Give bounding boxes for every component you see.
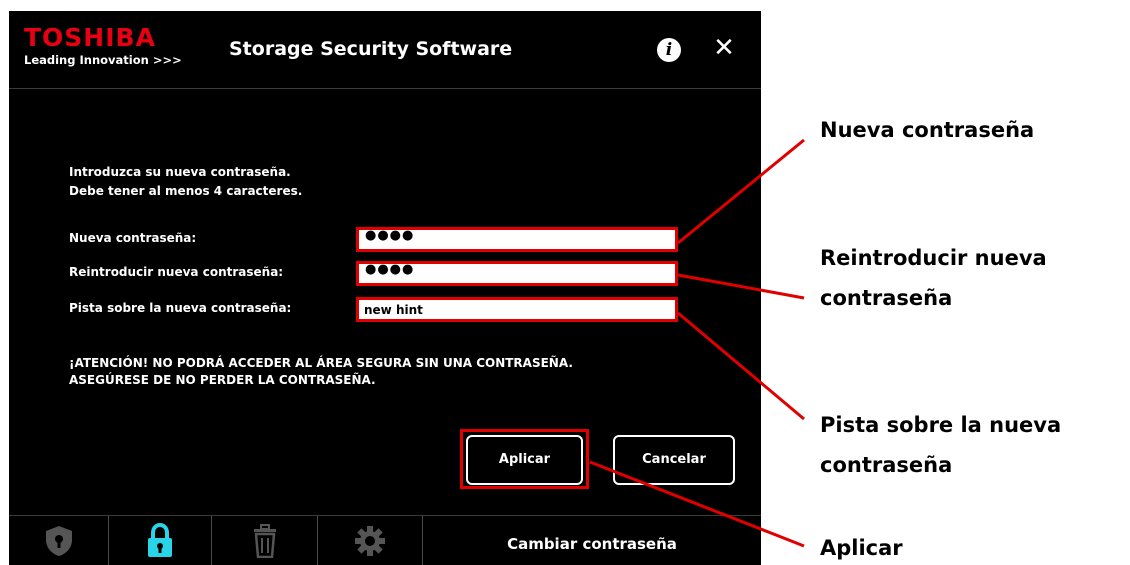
close-icon[interactable]: ✕	[709, 33, 739, 63]
callout-line: Pista sobre la nueva	[820, 413, 1062, 437]
new-password-label: Nueva contraseña:	[69, 231, 197, 245]
gear-icon	[355, 526, 385, 556]
nav-item-erase[interactable]	[212, 516, 318, 565]
brand-name: TOSHIBA	[24, 23, 156, 52]
toshiba-logo: TOSHIBA Leading Innovation >>>	[24, 25, 182, 68]
trash-icon	[253, 524, 276, 558]
callout-line: Nueva contraseña	[820, 118, 1035, 142]
apply-button[interactable]: Aplicar	[466, 435, 583, 485]
callout-password-hint: Pista sobre la nueva contraseña	[820, 405, 1061, 485]
nav-item-password[interactable]	[109, 516, 212, 565]
current-section-label: Cambiar contraseña	[507, 535, 677, 553]
instruction-line: Introduzca su nueva contraseña.	[69, 165, 291, 179]
callout-apply: Aplicar	[820, 528, 903, 565]
nav-item-security[interactable]	[9, 516, 109, 565]
warning-line: ¡ATENCIÓN! NO PODRÁ ACCEDER AL ÁREA SEGU…	[69, 356, 573, 370]
callout-line: Aplicar	[820, 536, 903, 560]
nav-item-settings[interactable]	[318, 516, 423, 565]
password-hint-input[interactable]	[356, 297, 678, 322]
password-hint-label: Pista sobre la nueva contraseña:	[69, 301, 292, 315]
bottom-nav: Cambiar contraseña	[9, 515, 761, 565]
instructions: Introduzca su nueva contraseña. Debe ten…	[69, 163, 302, 201]
cancel-button[interactable]: Cancelar	[613, 435, 735, 485]
warning-message: ¡ATENCIÓN! NO PODRÁ ACCEDER AL ÁREA SEGU…	[69, 355, 573, 389]
title-bar: TOSHIBA Leading Innovation >>> Storage S…	[9, 11, 761, 89]
shield-lock-icon	[45, 526, 72, 556]
padlock-icon	[148, 523, 172, 557]
callout-line: Reintroducir nueva	[820, 246, 1047, 270]
confirm-password-input[interactable]: ●●●●	[356, 261, 678, 286]
info-icon[interactable]: i	[657, 38, 681, 62]
confirm-password-label: Reintroducir nueva contraseña:	[69, 265, 284, 279]
callout-line: contraseña	[820, 453, 953, 477]
callout-new-password: Nueva contraseña	[820, 110, 1034, 150]
app-title: Storage Security Software	[229, 38, 513, 60]
callout-confirm-password: Reintroducir nueva contraseña	[820, 238, 1047, 318]
instruction-line: Debe tener al menos 4 caracteres.	[69, 184, 303, 198]
warning-line: ASEGÚRESE DE NO PERDER LA CONTRASEÑA.	[69, 373, 376, 387]
app-window: TOSHIBA Leading Innovation >>> Storage S…	[9, 11, 761, 565]
callout-line: contraseña	[820, 286, 953, 310]
brand-tagline: Leading Innovation >>>	[24, 53, 182, 67]
new-password-input[interactable]: ●●●●	[356, 227, 678, 252]
